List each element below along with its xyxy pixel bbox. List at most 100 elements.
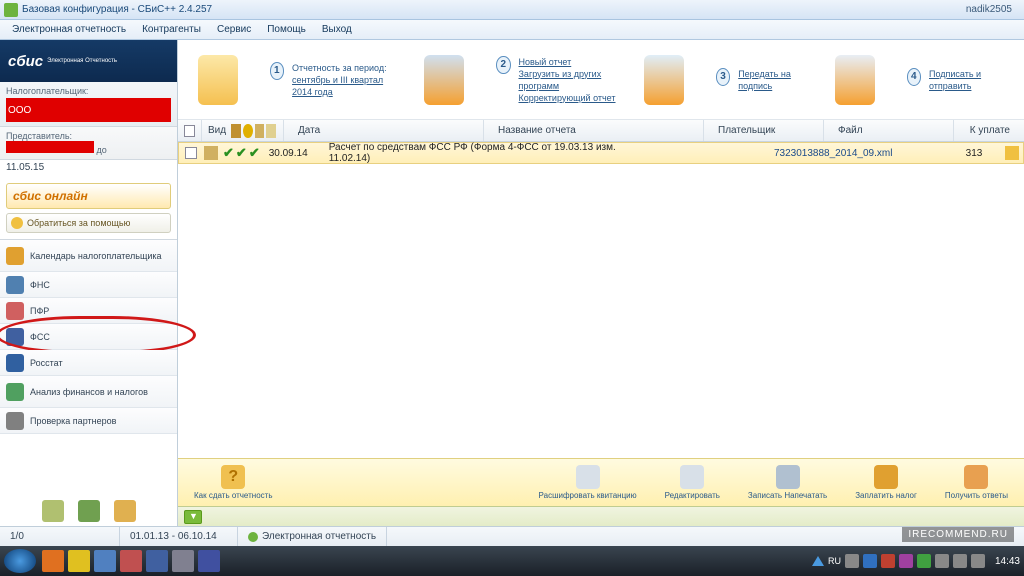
col-file[interactable]: Файл [830, 125, 871, 136]
tray-icon-6[interactable] [935, 554, 949, 568]
sidebar-item-fns[interactable]: ФНС [0, 272, 177, 298]
sidebar-item-label: Анализ финансов и налогов [30, 387, 148, 397]
step-1-line1: Отчетность за период: [292, 63, 387, 73]
status-mode: Электронная отчетность [238, 527, 387, 546]
sidebar-item-analysis[interactable]: Анализ финансов и налогов [0, 376, 177, 408]
action-pay-tax-label: Заплатить налог [855, 491, 917, 500]
sbis-online-button[interactable]: сбис онлайн [6, 183, 171, 209]
tray-icon-7[interactable] [953, 554, 967, 568]
download-button[interactable]: ▼ [184, 510, 202, 524]
status-range[interactable]: 01.01.13 - 06.10.14 [120, 527, 238, 546]
menu-exit[interactable]: Выход [314, 22, 360, 37]
titlebar: Базовая конфигурация - СБиС++ 2.4.257 na… [0, 0, 1024, 20]
taskbar-app-7[interactable] [198, 550, 220, 572]
step-3-link[interactable]: Передать на подпись [738, 68, 807, 92]
app-icon [4, 3, 18, 17]
col-name[interactable]: Название отчета [490, 125, 584, 136]
representative-date: 11.05.15 [0, 160, 177, 179]
menu-reporting[interactable]: Электронная отчетность [4, 22, 134, 37]
tray-icon-4[interactable] [899, 554, 913, 568]
tray-icon-2[interactable] [863, 554, 877, 568]
row-action-icon[interactable] [1005, 146, 1019, 160]
filter-icon[interactable] [231, 124, 241, 138]
table-row[interactable]: ✔ ✔ ✔ 30.09.14 Расчет по средствам ФСС Р… [178, 142, 1024, 164]
taxpayer-value[interactable]: ООО [6, 98, 171, 122]
row-name: Расчет по средствам ФСС РФ (Форма 4-ФСС … [323, 142, 654, 164]
fss-icon [6, 328, 24, 346]
action-decrypt[interactable]: Расшифровать квитанцию [539, 465, 637, 500]
step-1: 1 Отчетность за период: сентябрь и III к… [270, 62, 397, 98]
edit-icon [680, 465, 704, 489]
tray-expand-icon[interactable] [812, 556, 824, 566]
step-2-new[interactable]: Новый отчет [519, 56, 617, 68]
row-date: 30.09.14 [269, 148, 323, 159]
menu-contractors[interactable]: Контрагенты [134, 22, 209, 37]
col-to-pay[interactable]: К уплате [962, 125, 1018, 136]
action-bar: ? Как сдать отчетность Расшифровать квит… [178, 458, 1024, 506]
col-date[interactable]: Дата [290, 125, 328, 136]
sidebar-footer [0, 496, 177, 526]
action-how[interactable]: ? Как сдать отчетность [194, 465, 272, 500]
select-all-checkbox[interactable] [184, 125, 195, 137]
sidebar-item-check-partners[interactable]: Проверка партнеров [0, 408, 177, 434]
tray-volume-icon[interactable] [971, 554, 985, 568]
sidebar-item-label: Проверка партнеров [30, 416, 116, 426]
action-how-label: Как сдать отчетность [194, 491, 272, 500]
menu-help[interactable]: Помощь [259, 22, 314, 37]
action-get-answers[interactable]: Получить ответы [945, 465, 1008, 500]
step-2-correct[interactable]: Корректирующий отчет [519, 92, 617, 104]
step-3-number: 3 [716, 68, 730, 86]
representative-redacted [6, 141, 94, 153]
tray-lang[interactable]: RU [828, 556, 841, 566]
row-checkbox[interactable] [185, 147, 197, 159]
taskbar-app-5[interactable] [146, 550, 168, 572]
taskbar-app-3[interactable] [94, 550, 116, 572]
sidebar-item-pfr[interactable]: ПФР [0, 298, 177, 324]
tray-icon-3[interactable] [881, 554, 895, 568]
tray-time[interactable]: 14:43 [995, 556, 1020, 567]
taskbar-app-4[interactable] [120, 550, 142, 572]
step-4-link[interactable]: Подписать и отправить [929, 68, 1004, 92]
step-4-image [835, 55, 875, 105]
status-mode-label: Электронная отчетность [262, 531, 376, 542]
taskbar-app-2[interactable] [68, 550, 90, 572]
menubar: Электронная отчетность Контрагенты Серви… [0, 20, 1024, 40]
footer-badge-2 [78, 500, 100, 522]
col-payer[interactable]: Плательщик [710, 125, 783, 136]
taskbar: RU 14:43 [0, 546, 1024, 576]
check-icon-1: ✔ [223, 145, 234, 161]
step-1-link[interactable]: сентябрь и III квартал 2014 года [292, 74, 396, 98]
step-2-load[interactable]: Загрузить из других программ [519, 68, 617, 92]
step-1-number: 1 [270, 62, 284, 80]
menu-service[interactable]: Сервис [209, 22, 259, 37]
sidebar-item-label: ФНС [30, 280, 50, 290]
logo-subtitle: Электронная Отчетность [47, 58, 117, 65]
row-file: 7323013888_2014_09.xml [774, 148, 944, 159]
watermark: IRECOMMEND.RU [902, 527, 1014, 542]
start-button[interactable] [4, 549, 36, 573]
clear-icon[interactable] [266, 124, 276, 138]
help-label: Обратиться за помощью [27, 218, 130, 228]
help-button[interactable]: Обратиться за помощью [6, 213, 171, 233]
action-pay-tax[interactable]: Заплатить налог [855, 465, 917, 500]
action-edit-label: Редактировать [665, 491, 720, 500]
tray-icon-5[interactable] [917, 554, 931, 568]
rep-until: до [97, 145, 107, 155]
action-save-print[interactable]: Записать Напечатать [748, 465, 827, 500]
sidebar-item-label: Росстат [30, 358, 63, 368]
action-edit[interactable]: Редактировать [665, 465, 720, 500]
action-decrypt-label: Расшифровать квитанцию [539, 491, 637, 500]
logo-text: сбис [8, 53, 43, 70]
sidebar-item-fss[interactable]: ФСС [0, 324, 177, 350]
step-2: 2 Новый отчет Загрузить из других програ… [496, 56, 616, 104]
taskbar-app-1[interactable] [42, 550, 64, 572]
step-1-image [198, 55, 238, 105]
check-icon-2: ✔ [236, 145, 247, 161]
check-icon-3: ✔ [249, 145, 260, 161]
sidebar-item-calendar[interactable]: Календарь налогоплательщика [0, 240, 177, 272]
search-icon[interactable] [243, 124, 253, 138]
taskbar-app-6[interactable] [172, 550, 194, 572]
sidebar-item-rosstat[interactable]: Росстат [0, 350, 177, 376]
view-icon[interactable] [255, 124, 265, 138]
tray-icon-1[interactable] [845, 554, 859, 568]
